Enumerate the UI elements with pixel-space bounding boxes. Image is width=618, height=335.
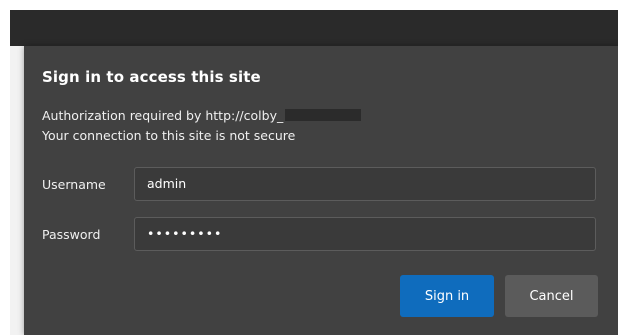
auth-dialog: Sign in to access this site Authorizatio… [24,46,618,335]
redacted-host-block [285,109,362,121]
authorization-text: Authorization required by http://colby_ [42,108,284,123]
sign-in-button[interactable]: Sign in [400,275,494,317]
username-label: Username [42,177,106,192]
browser-top-bar [10,10,618,46]
password-field[interactable]: ••••••••• [134,217,596,251]
password-label: Password [42,227,101,242]
authorization-message: Authorization required by http://colby_ [42,108,362,123]
username-field[interactable]: admin [134,167,596,201]
cancel-button[interactable]: Cancel [505,275,598,317]
dialog-title: Sign in to access this site [42,68,261,86]
page-background [10,46,24,335]
security-warning: Your connection to this site is not secu… [42,128,296,143]
